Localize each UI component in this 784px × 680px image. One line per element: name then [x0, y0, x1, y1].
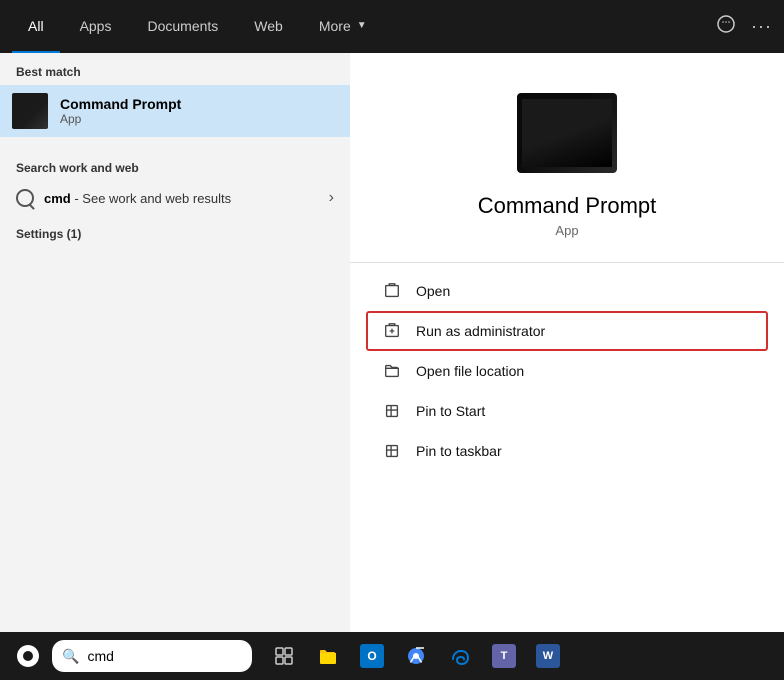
file-explorer-button[interactable]: [308, 636, 348, 676]
teams-button[interactable]: T: [484, 636, 524, 676]
action-open-location[interactable]: Open file location: [366, 351, 768, 391]
left-panel: Best match Command Prompt App Search wor…: [0, 53, 350, 632]
action-pin-start-label: Pin to Start: [416, 403, 485, 419]
taskbar: 🔍 cmd O T: [0, 632, 784, 680]
tab-more-label: More: [319, 18, 351, 34]
search-work-row[interactable]: cmd - See work and web results ›: [0, 181, 350, 215]
result-text: Command Prompt App: [60, 96, 181, 126]
pin-taskbar-icon: [382, 441, 402, 461]
work-desc: - See work and web results: [74, 191, 231, 206]
work-arrow-icon: ›: [329, 189, 334, 207]
action-pin-start[interactable]: Pin to Start: [366, 391, 768, 431]
pin-start-icon: [382, 401, 402, 421]
admin-icon: [382, 321, 402, 341]
edge-button[interactable]: [440, 636, 480, 676]
tab-more[interactable]: More ▼: [303, 0, 383, 53]
teams-icon: T: [492, 644, 516, 668]
tab-all-label: All: [28, 18, 44, 34]
tab-web[interactable]: Web: [238, 0, 299, 53]
tab-all[interactable]: All: [12, 0, 60, 53]
app-icon-large: [517, 93, 617, 173]
result-subtitle: App: [60, 112, 181, 126]
action-pin-taskbar-label: Pin to taskbar: [416, 443, 502, 459]
action-list: Open Run as administrator: [350, 271, 784, 471]
best-match-label: Best match: [0, 53, 350, 85]
outlook-icon: O: [360, 644, 384, 668]
more-options-icon[interactable]: ···: [751, 16, 772, 37]
command-prompt-icon: [12, 93, 48, 129]
start-button[interactable]: [8, 636, 48, 676]
outlook-button[interactable]: O: [352, 636, 392, 676]
folder-icon: [382, 361, 402, 381]
app-title-large: Command Prompt: [478, 193, 657, 219]
task-view-button[interactable]: [264, 636, 304, 676]
chrome-icon: [405, 645, 427, 667]
taskbar-search-icon: 🔍: [62, 648, 79, 665]
app-type-label: App: [555, 223, 578, 238]
nav-icons: ···: [717, 15, 772, 38]
feedback-icon[interactable]: [717, 15, 735, 38]
chrome-button[interactable]: [396, 636, 436, 676]
action-open[interactable]: Open: [366, 271, 768, 311]
tab-apps[interactable]: Apps: [64, 0, 128, 53]
action-run-admin[interactable]: Run as administrator: [366, 311, 768, 351]
work-search-text: cmd - See work and web results: [44, 191, 231, 206]
settings-label: Settings (1): [0, 215, 350, 247]
task-view-icon: [274, 646, 294, 666]
main-area: Best match Command Prompt App Search wor…: [0, 53, 784, 632]
taskbar-search-text: cmd: [87, 648, 113, 664]
action-location-label: Open file location: [416, 363, 524, 379]
tab-web-label: Web: [254, 18, 283, 34]
tab-documents[interactable]: Documents: [131, 0, 234, 53]
edge-icon: [449, 645, 471, 667]
top-nav: All Apps Documents Web More ▼ ···: [0, 0, 784, 53]
word-button[interactable]: W: [528, 636, 568, 676]
result-title: Command Prompt: [60, 96, 181, 112]
taskbar-search-box[interactable]: 🔍 cmd: [52, 640, 252, 672]
file-explorer-icon: [317, 645, 339, 667]
divider: [350, 262, 784, 263]
tab-apps-label: Apps: [80, 18, 112, 34]
action-open-label: Open: [416, 283, 450, 299]
action-pin-taskbar[interactable]: Pin to taskbar: [366, 431, 768, 471]
work-query: cmd: [44, 191, 71, 206]
word-icon: W: [536, 644, 560, 668]
chevron-down-icon: ▼: [357, 20, 367, 31]
search-circle-icon: [16, 189, 34, 207]
open-icon: [382, 281, 402, 301]
action-admin-label: Run as administrator: [416, 323, 545, 339]
search-work-label: Search work and web: [0, 149, 350, 181]
tab-documents-label: Documents: [147, 18, 218, 34]
command-prompt-result[interactable]: Command Prompt App: [0, 85, 350, 137]
right-panel: Command Prompt App Open: [350, 53, 784, 632]
start-icon: [17, 645, 39, 667]
